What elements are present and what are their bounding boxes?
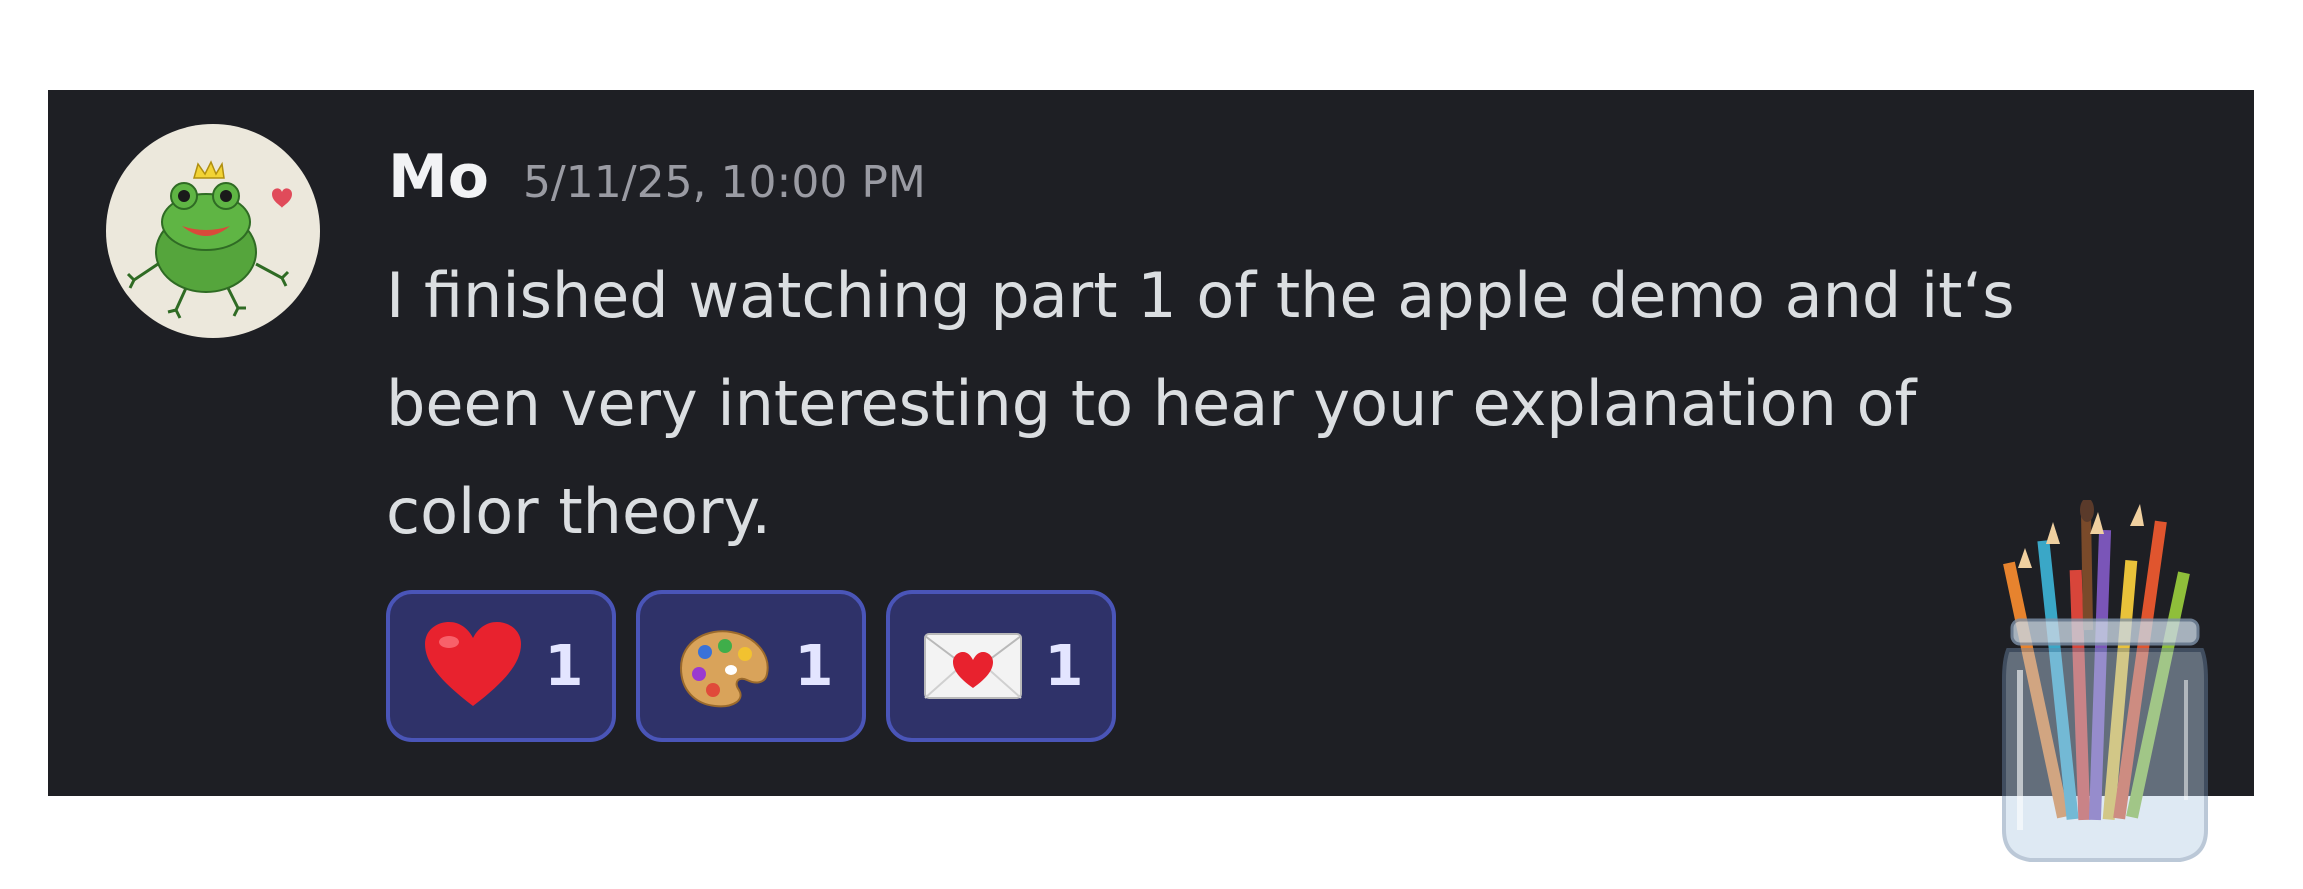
message-line: I finished watching part 1 of the apple … [386, 259, 2015, 332]
message-body: I finished watching part 1 of the apple … [386, 242, 2226, 566]
reaction-count: 1 [1044, 633, 1084, 699]
message-line: color theory. [386, 475, 772, 548]
timestamp[interactable]: 5/11/25, 10:00 PM [523, 157, 926, 208]
love-letter-icon [923, 633, 1022, 699]
message-header: Mo 5/11/25, 10:00 PM [388, 142, 926, 212]
reaction-palette[interactable]: 1 [636, 590, 866, 742]
pencil-jar-sticker [1990, 500, 2220, 870]
artist-palette-icon [679, 630, 769, 708]
avatar[interactable] [106, 124, 320, 338]
reaction-love-letter[interactable]: 1 [886, 590, 1116, 742]
red-heart-icon [424, 622, 521, 706]
username[interactable]: Mo [388, 142, 489, 212]
page: Mo 5/11/25, 10:00 PM I finished watching… [0, 0, 2303, 889]
reaction-bar: 1 1 1 [386, 590, 1116, 742]
reaction-count: 1 [794, 633, 834, 699]
reaction-count: 1 [544, 633, 584, 699]
reaction-heart[interactable]: 1 [386, 590, 616, 742]
message-line: been very interesting to hear your expla… [386, 367, 1917, 440]
chat-message: Mo 5/11/25, 10:00 PM I finished watching… [48, 90, 2254, 796]
pencil-jar-icon [2002, 500, 2208, 862]
frog-prince-icon [126, 160, 292, 319]
